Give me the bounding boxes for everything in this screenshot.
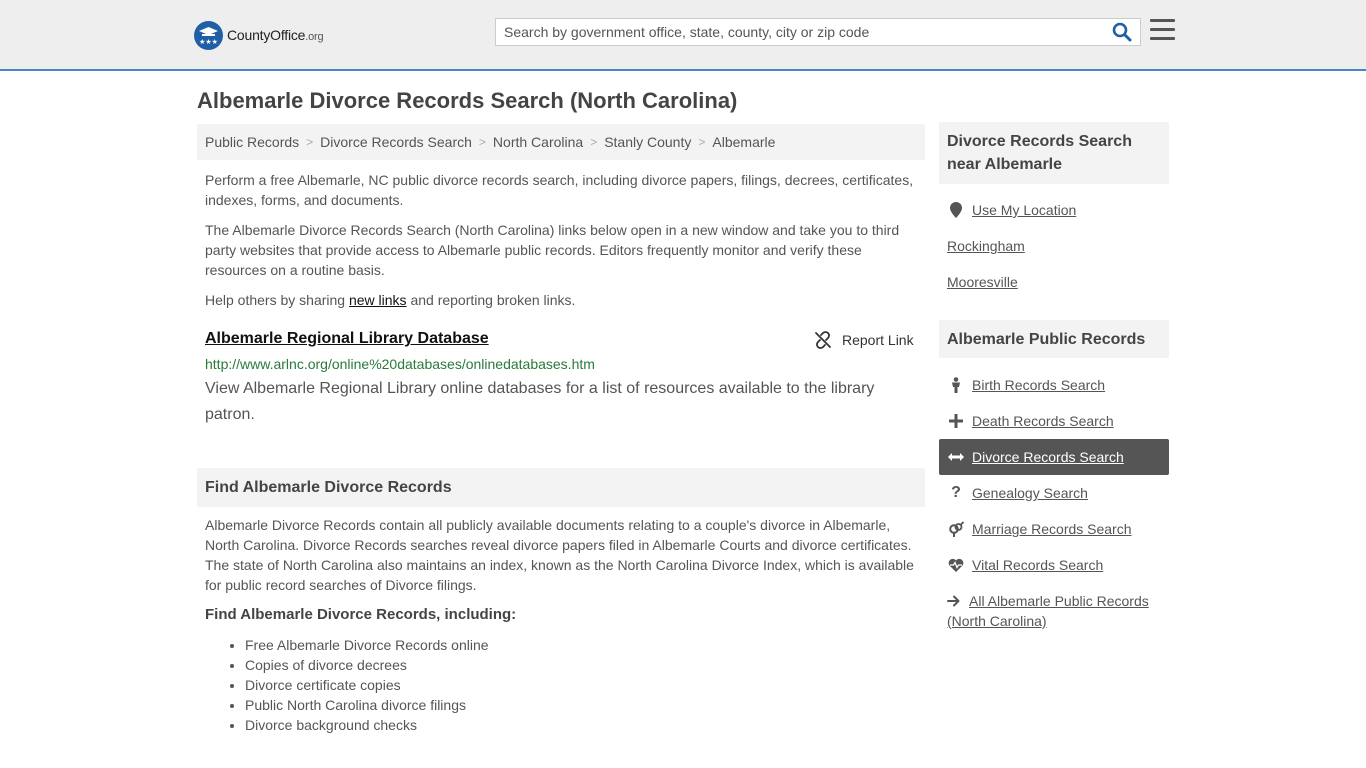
logo-text: CountyOffice.org (227, 27, 324, 43)
breadcrumb-state[interactable]: North Carolina (493, 134, 583, 150)
list-item: Divorce certificate copies (245, 675, 489, 695)
nearby-link-rockingham[interactable]: Rockingham (947, 236, 1025, 256)
person-icon (948, 377, 964, 393)
map-marker-icon (948, 202, 964, 218)
new-links-link[interactable]: new links (349, 292, 407, 308)
sidebar-item-label: Genealogy Search (972, 485, 1088, 501)
find-section-heading: Find Albemarle Divorce Records (197, 468, 925, 507)
intro-paragraph-1: Perform a free Albemarle, NC public divo… (205, 172, 914, 208)
intro-text: and reporting broken links. (406, 292, 576, 308)
sidebar-item-birth-records[interactable]: Birth Records Search (939, 367, 1169, 403)
sidebar-item-genealogy[interactable]: ? Genealogy Search (939, 475, 1169, 511)
find-section-subheading: Find Albemarle Divorce Records, includin… (205, 606, 517, 623)
logo-badge-icon: ★★★ (194, 20, 223, 50)
use-my-location-label: Use My Location (972, 202, 1077, 218)
heartbeat-icon (948, 557, 964, 573)
breadcrumb-public-records[interactable]: Public Records (205, 134, 299, 150)
arrows-horizontal-icon (948, 449, 964, 465)
site-logo[interactable]: ★★★ CountyOffice.org (194, 20, 324, 50)
sidebar-item-death-records[interactable]: Death Records Search (939, 403, 1169, 439)
sidebar-item-divorce-records[interactable]: Divorce Records Search (939, 439, 1169, 475)
breadcrumb-city[interactable]: Albemarle (712, 134, 775, 150)
sidebar-item-label: Divorce Records Search (972, 449, 1124, 465)
gender-icon (948, 521, 964, 537)
sidebar-item-marriage-records[interactable]: Marriage Records Search (939, 511, 1169, 547)
broken-link-icon (815, 331, 831, 349)
sidebar-item-label: Marriage Records Search (972, 521, 1132, 537)
breadcrumb-divorce-records[interactable]: Divorce Records Search (320, 134, 472, 150)
list-item: Copies of divorce decrees (245, 655, 489, 675)
breadcrumb-separator: > (478, 135, 486, 149)
sidebar-item-label: Vital Records Search (972, 557, 1104, 573)
svg-text:★★★: ★★★ (199, 38, 218, 46)
menu-icon[interactable] (1150, 19, 1175, 42)
sidebar-item-label: Death Records Search (972, 413, 1114, 429)
cross-icon (948, 413, 964, 429)
intro-paragraph-3: Help others by sharing new links and rep… (205, 290, 921, 310)
intro-text: Help others by sharing (205, 292, 349, 308)
breadcrumb-separator: > (698, 135, 706, 149)
list-item: Public North Carolina divorce filings (245, 695, 489, 715)
listing-title-link[interactable]: Albemarle Regional Library Database (205, 330, 489, 348)
sidebar-item-vital-records[interactable]: Vital Records Search (939, 547, 1169, 583)
nearby-link-mooresville[interactable]: Mooresville (947, 272, 1018, 292)
report-link-label: Report Link (842, 332, 914, 348)
search-button[interactable] (1112, 22, 1134, 44)
intro-paragraph-2: The Albemarle Divorce Records Search (No… (205, 222, 900, 278)
use-my-location-link[interactable]: Use My Location (939, 192, 1169, 228)
nearby-heading: Divorce Records Search near Albemarle (939, 122, 1169, 184)
listing-url[interactable]: http://www.arlnc.org/online%20databases/… (205, 356, 595, 372)
list-item: Divorce background checks (245, 715, 489, 735)
listing-description: View Albemarle Regional Library online d… (205, 380, 875, 423)
top-bar: ★★★ CountyOffice.org (0, 0, 1366, 71)
page-title: Albemarle Divorce Records Search (North … (197, 88, 738, 113)
find-section-body: Albemarle Divorce Records contain all pu… (205, 517, 914, 593)
report-link-button[interactable]: Report Link (814, 331, 914, 349)
all-public-records-label: All Albemarle Public Records (North Caro… (947, 593, 1149, 629)
breadcrumb-separator: > (306, 135, 314, 149)
breadcrumb-separator: > (590, 135, 598, 149)
all-public-records-link[interactable]: All Albemarle Public Records (North Caro… (947, 591, 1169, 631)
list-item: Free Albemarle Divorce Records online (245, 635, 489, 655)
find-section-heading-text: Find Albemarle Divorce Records (205, 478, 452, 496)
question-icon: ? (951, 484, 961, 501)
search-icon (1112, 22, 1132, 42)
sidebar-item-label: Birth Records Search (972, 377, 1106, 393)
arrow-right-icon (947, 593, 963, 607)
search-box (495, 18, 1141, 46)
features-list: Free Albemarle Divorce Records online Co… (245, 635, 489, 735)
breadcrumb-county[interactable]: Stanly County (604, 134, 691, 150)
public-records-heading: Albemarle Public Records (939, 320, 1169, 358)
breadcrumb: Public Records > Divorce Records Search … (197, 124, 925, 160)
search-input[interactable] (496, 19, 1106, 45)
